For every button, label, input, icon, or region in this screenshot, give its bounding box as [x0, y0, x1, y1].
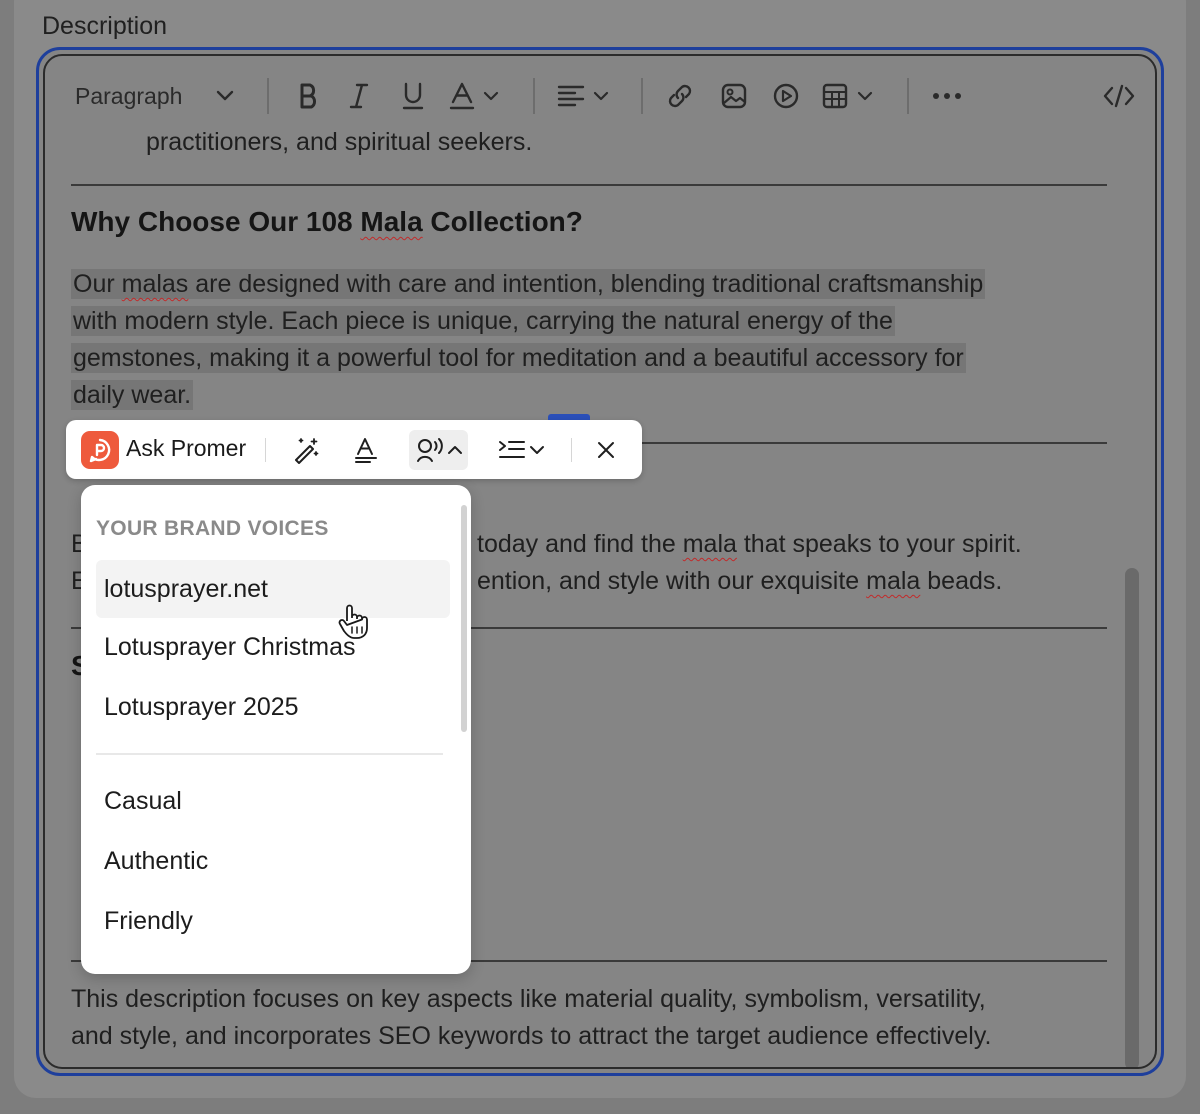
dropdown-scrollbar[interactable]: [461, 505, 467, 732]
description-label: Description: [42, 12, 168, 40]
brand-voice-option[interactable]: Lotusprayer 2025: [96, 678, 450, 736]
italic-button[interactable]: [341, 78, 377, 114]
magic-wand-icon: [295, 438, 319, 464]
voice-speaker-icon: [416, 438, 443, 462]
section-heading: Why Choose Our 108 Mala Collection?: [71, 206, 583, 237]
selected-paragraph[interactable]: Our malas are designed with care and int…: [71, 266, 986, 414]
content-line: ention, and style with our exquisite mal…: [477, 567, 1003, 595]
more-horizontal-icon: [933, 93, 961, 99]
close-button[interactable]: [588, 433, 624, 467]
play-circle-icon: [773, 83, 799, 109]
table-button[interactable]: [821, 78, 873, 114]
horizontal-rule: [71, 184, 1107, 186]
more-button[interactable]: [927, 78, 967, 114]
chevron-up-icon: [447, 446, 462, 454]
chevron-down-icon: [529, 446, 544, 454]
align-button[interactable]: [557, 78, 609, 114]
toolbar-divider: [533, 78, 535, 114]
link-icon: [668, 84, 692, 108]
text-color-button[interactable]: [449, 78, 499, 114]
toolbar-divider: [267, 78, 269, 114]
align-left-icon: [557, 85, 585, 107]
block-format-select[interactable]: Paragraph: [75, 78, 234, 114]
brand-voice-option[interactable]: Lotusprayer Christmas: [96, 618, 450, 676]
content-line: This description focuses on key aspects …: [71, 985, 986, 1013]
tone-option[interactable]: Authentic: [96, 832, 450, 890]
underline-icon: [402, 82, 424, 110]
brand-voice-option[interactable]: lotusprayer.net: [96, 560, 450, 618]
source-code-button[interactable]: [1099, 78, 1139, 114]
dropdown-divider: [96, 753, 443, 755]
brand-voice-button[interactable]: [409, 430, 468, 470]
promer-logo-icon: [81, 431, 119, 469]
brand-voice-dropdown: YOUR BRAND VOICES lotusprayer.net Lotusp…: [81, 485, 471, 974]
tone-option[interactable]: Friendly: [96, 892, 450, 950]
underline-button[interactable]: [395, 78, 431, 114]
ask-promer-toolbar: Ask Promer: [66, 420, 642, 479]
ask-promer-button[interactable]: Ask Promer: [126, 435, 246, 462]
block-format-value: Paragraph: [75, 82, 183, 109]
text-color-icon: [449, 82, 475, 110]
video-button[interactable]: [767, 78, 805, 114]
toolbar-divider: [265, 438, 266, 462]
toolbar-divider: [907, 78, 909, 114]
editor-scrollbar[interactable]: [1125, 568, 1139, 1067]
italic-icon: [349, 83, 369, 109]
toolbar-divider: [641, 78, 643, 114]
link-button[interactable]: [661, 78, 699, 114]
dropdown-section-header: YOUR BRAND VOICES: [96, 517, 329, 540]
chevron-down-icon: [483, 91, 499, 101]
chevron-down-icon: [217, 90, 234, 101]
indent-options-button[interactable]: [494, 433, 548, 467]
content-line: and style, and incorporates SEO keywords…: [71, 1022, 992, 1050]
ai-improve-button[interactable]: [288, 433, 324, 467]
editor-toolbar: Paragraph: [45, 56, 1155, 136]
chevron-down-icon: [593, 91, 609, 101]
hand-pointer-cursor-icon: [337, 603, 371, 646]
bold-icon: [300, 83, 316, 109]
image-icon: [721, 83, 747, 109]
text-style-button[interactable]: [348, 433, 384, 467]
toolbar-divider: [571, 438, 572, 462]
indent-list-icon: [498, 441, 525, 458]
chevron-down-icon: [857, 91, 873, 101]
code-icon: [1103, 84, 1135, 108]
text-format-icon: [355, 438, 377, 463]
content-line: today and find the mala that speaks to y…: [477, 530, 1022, 558]
close-icon: [598, 442, 614, 458]
bold-button[interactable]: [291, 78, 327, 114]
table-icon: [822, 83, 848, 109]
image-button[interactable]: [715, 78, 753, 114]
tone-option[interactable]: Casual: [96, 772, 450, 830]
